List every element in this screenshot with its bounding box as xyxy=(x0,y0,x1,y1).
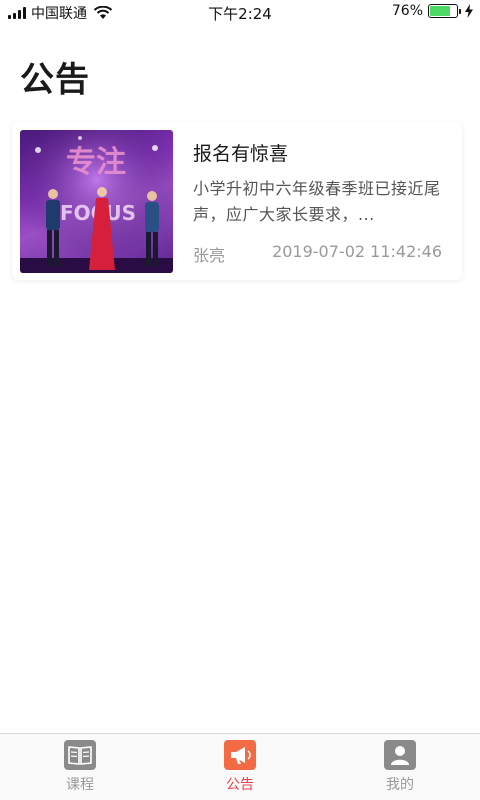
stage-photo-image: 专注 FOCUS xyxy=(20,130,173,273)
status-right: 76% xyxy=(392,3,474,19)
book-icon xyxy=(64,740,96,770)
battery-icon xyxy=(428,4,461,18)
notice-datetime: 2019-07-02 11:42:46 xyxy=(272,242,442,261)
tab-bar: 课程 公告 我的 xyxy=(0,733,480,800)
thumbnail-text: 专注 xyxy=(66,145,126,180)
battery-fill xyxy=(430,6,450,16)
tab-notice-label: 公告 xyxy=(226,777,254,793)
tab-course[interactable]: 课程 xyxy=(30,740,130,794)
battery-percent: 76% xyxy=(391,3,423,19)
megaphone-icon xyxy=(224,740,256,770)
notice-description: 小学升初中六年级春季班已接近尾声，应广大家长要求，... xyxy=(193,179,441,224)
page-title: 公告 xyxy=(20,60,90,100)
user-icon xyxy=(384,740,416,770)
status-bar: 中国联通 下午2:24 76% xyxy=(0,0,480,26)
tab-course-label: 课程 xyxy=(66,777,94,793)
notice-title: 报名有惊喜 xyxy=(193,143,289,165)
charging-bolt-icon xyxy=(465,4,473,18)
notice-card[interactable]: 专注 FOCUS 报名有惊喜 小学升初中六年级春季班已接近尾声，应广大家长要求，… xyxy=(12,122,462,280)
tab-mine-label: 我的 xyxy=(386,777,414,793)
tab-notice[interactable]: 公告 xyxy=(190,740,290,794)
notice-author: 张亮 xyxy=(193,246,226,265)
notice-thumbnail: 专注 FOCUS xyxy=(20,130,173,273)
tab-mine[interactable]: 我的 xyxy=(350,740,450,794)
